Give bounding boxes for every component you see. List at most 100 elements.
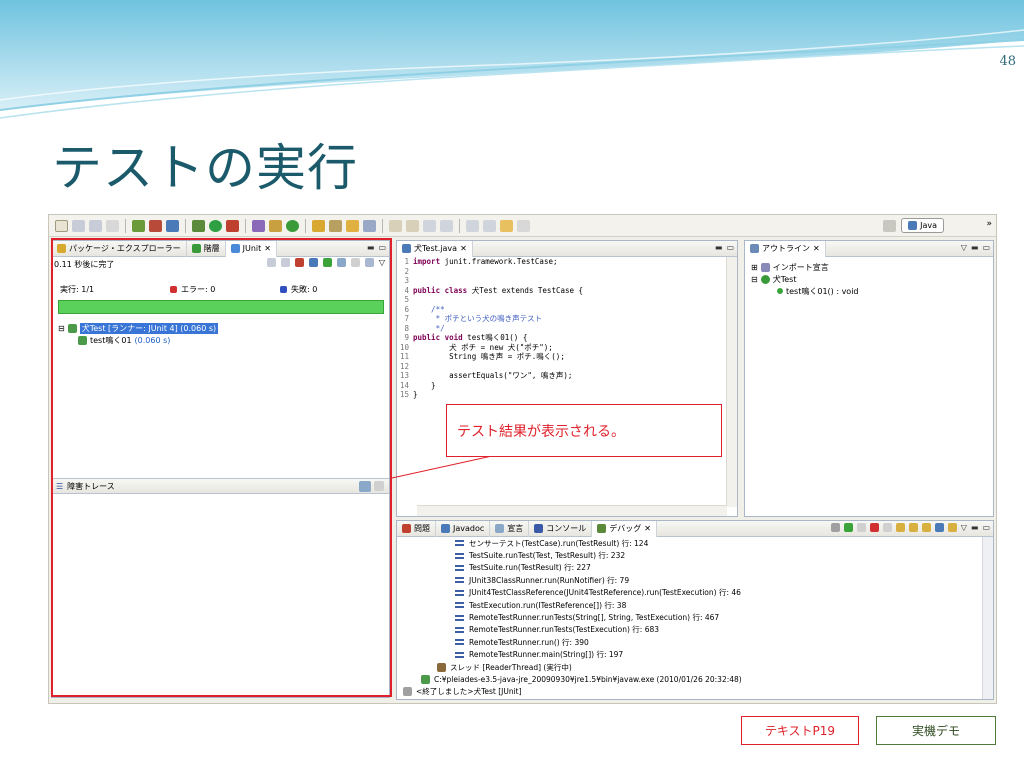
compare-result-icon[interactable] bbox=[374, 481, 384, 491]
annotation-prev-icon[interactable] bbox=[406, 219, 419, 232]
tab-editor-file[interactable]: 犬Test.java ✕ bbox=[397, 241, 473, 257]
filter-stack-icon[interactable] bbox=[359, 480, 371, 492]
suspend-icon[interactable] bbox=[856, 523, 866, 532]
step-into-icon[interactable] bbox=[895, 523, 905, 532]
outline-item-class[interactable]: ⊟ 犬Test bbox=[751, 273, 859, 285]
tab-declaration[interactable]: 宣言 bbox=[490, 521, 530, 537]
search-icon[interactable] bbox=[346, 219, 359, 232]
annotation-next-icon[interactable] bbox=[389, 219, 402, 232]
next-edit-icon[interactable] bbox=[466, 219, 479, 232]
remove-terminated-icon[interactable] bbox=[830, 523, 840, 532]
terminate-icon[interactable] bbox=[869, 523, 879, 532]
collapse-icon[interactable]: ⊟ bbox=[58, 324, 65, 333]
save-icon[interactable] bbox=[72, 219, 85, 232]
show-failures-only-icon[interactable] bbox=[294, 258, 304, 267]
prev-edit-icon[interactable] bbox=[483, 219, 496, 232]
run-icon[interactable] bbox=[209, 219, 222, 232]
open-type-icon[interactable] bbox=[312, 219, 325, 232]
prev-failure-icon[interactable] bbox=[280, 258, 290, 267]
tree-row-case[interactable]: test鳴く01 (0.060 s) bbox=[58, 334, 218, 346]
close-icon[interactable]: ✕ bbox=[460, 244, 467, 253]
maximize-icon[interactable]: ▭ bbox=[982, 523, 990, 532]
debug-vertical-scrollbar[interactable] bbox=[982, 537, 993, 699]
stack-frame[interactable]: TestSuite.run(TestResult) 行: 227 bbox=[397, 562, 983, 574]
external-tools-icon[interactable] bbox=[226, 219, 239, 232]
step-return-icon[interactable] bbox=[921, 523, 931, 532]
build-all-icon[interactable] bbox=[149, 219, 162, 232]
rerun-icon[interactable] bbox=[322, 258, 332, 267]
stack-frame[interactable]: RemoteTestRunner.run() 行: 390 bbox=[397, 636, 983, 648]
thread-row[interactable]: スレッド [ReaderThread] (実行中) bbox=[397, 661, 983, 673]
minimize-icon[interactable]: ▬ bbox=[971, 243, 979, 252]
stack-frame[interactable]: RemoteTestRunner.runTests(String[], Stri… bbox=[397, 611, 983, 623]
stack-frame[interactable]: TestSuite.runTest(Test, TestResult) 行: 2… bbox=[397, 549, 983, 561]
view-menu-icon[interactable]: ▽ bbox=[961, 243, 967, 252]
minimize-icon[interactable]: ▬ bbox=[971, 523, 979, 532]
stack-frame[interactable]: JUnit38ClassRunner.run(RunNotifier) 行: 7… bbox=[397, 574, 983, 586]
tab-hierarchy[interactable]: 階層 bbox=[187, 241, 226, 257]
code-editor[interactable]: 1 import junit.framework.TestCase; 2 3 4 publ… bbox=[397, 257, 727, 516]
stack-frame[interactable]: センサーテスト(TestCase).run(TestResult) 行: 124 bbox=[397, 537, 983, 549]
tab-junit[interactable]: JUnit ✕ bbox=[225, 241, 277, 257]
step-filter-icon[interactable] bbox=[947, 523, 957, 532]
collapse-icon[interactable]: ⊟ bbox=[751, 275, 758, 284]
back-icon[interactable] bbox=[500, 219, 513, 232]
terminated-launch-row[interactable]: <終了しました>犬Test [JUnit] bbox=[397, 686, 983, 698]
close-icon[interactable]: ✕ bbox=[813, 244, 820, 253]
debug-icon[interactable] bbox=[192, 219, 205, 232]
print-icon[interactable] bbox=[106, 219, 119, 232]
outline-item-imports[interactable]: ⊞ インポート宣言 bbox=[751, 261, 859, 273]
view-menu-icon[interactable]: ▽ bbox=[961, 523, 967, 532]
process-row[interactable]: C:¥pleiades-e3.5-java-jre_20090930¥jre1.… bbox=[397, 673, 983, 685]
disconnect-icon[interactable] bbox=[882, 523, 892, 532]
minimize-icon[interactable]: ▬ bbox=[715, 243, 723, 252]
new-java-project-icon[interactable] bbox=[252, 219, 265, 232]
java-perspective-button[interactable]: Java bbox=[901, 218, 944, 233]
tab-package-explorer[interactable]: パッケージ・エクスプローラー bbox=[52, 241, 187, 257]
step-over-icon[interactable] bbox=[908, 523, 918, 532]
new-class-icon[interactable] bbox=[286, 219, 299, 232]
minimize-icon[interactable]: ▬ bbox=[367, 243, 375, 252]
tab-javadoc[interactable]: Javadoc bbox=[436, 521, 491, 537]
resume-icon[interactable] bbox=[843, 523, 853, 532]
open-task-icon[interactable] bbox=[329, 219, 342, 232]
maximize-icon[interactable]: ▭ bbox=[982, 243, 990, 252]
block-selection-icon[interactable] bbox=[440, 219, 453, 232]
tab-debug[interactable]: デバッグ ✕ bbox=[592, 521, 657, 537]
drop-to-frame-icon[interactable] bbox=[934, 523, 944, 532]
build-icon[interactable] bbox=[132, 219, 145, 232]
live-demo-button[interactable]: 実機デモ bbox=[876, 716, 996, 745]
stack-frame[interactable]: RemoteTestRunner.runTests(TestExecution)… bbox=[397, 624, 983, 636]
maximize-icon[interactable]: ▭ bbox=[378, 243, 386, 252]
new-icon[interactable] bbox=[55, 219, 68, 232]
scroll-lock-icon[interactable] bbox=[308, 258, 318, 267]
close-icon[interactable]: ✕ bbox=[264, 244, 271, 253]
stop-icon[interactable] bbox=[350, 258, 360, 267]
open-perspective-icon[interactable] bbox=[883, 219, 897, 232]
tab-outline[interactable]: アウトライン ✕ bbox=[745, 241, 826, 257]
clean-icon[interactable] bbox=[166, 219, 179, 232]
save-all-icon[interactable] bbox=[89, 219, 102, 232]
history-icon[interactable] bbox=[364, 258, 374, 267]
maximize-icon[interactable]: ▭ bbox=[726, 243, 734, 252]
forward-icon[interactable] bbox=[517, 219, 530, 232]
more-perspectives-icon[interactable]: » bbox=[986, 219, 992, 229]
stack-frame[interactable]: RemoteTestRunner.main(String[]) 行: 197 bbox=[397, 649, 983, 661]
outline-item-method[interactable]: test鳴く01() : void bbox=[751, 285, 859, 297]
stack-frame[interactable]: TestExecution.run(ITestReference[]) 行: 3… bbox=[397, 599, 983, 611]
new-package-icon[interactable] bbox=[269, 219, 282, 232]
textbook-ref-button[interactable]: テキストP19 bbox=[741, 716, 859, 745]
editor-horizontal-scrollbar[interactable] bbox=[417, 505, 727, 516]
rerun-failed-icon[interactable] bbox=[336, 258, 346, 267]
tree-row-suite[interactable]: ⊟ 犬Test [ランナー: JUnit 4] (0.060 s) bbox=[58, 322, 219, 334]
view-menu-icon[interactable]: ▽ bbox=[379, 258, 385, 267]
stack-frame[interactable]: JUnit4TestClassReference(JUnit4TestRefer… bbox=[397, 587, 983, 599]
next-failure-icon[interactable] bbox=[266, 258, 276, 267]
tab-problems[interactable]: 問題 bbox=[397, 521, 436, 537]
close-icon[interactable]: ✕ bbox=[644, 524, 651, 533]
show-whitespace-icon[interactable] bbox=[423, 219, 436, 232]
expand-icon[interactable]: ⊞ bbox=[751, 263, 758, 272]
pen-icon[interactable] bbox=[363, 219, 376, 232]
tab-console[interactable]: コンソール bbox=[529, 521, 593, 537]
editor-vertical-scrollbar[interactable] bbox=[726, 257, 737, 507]
